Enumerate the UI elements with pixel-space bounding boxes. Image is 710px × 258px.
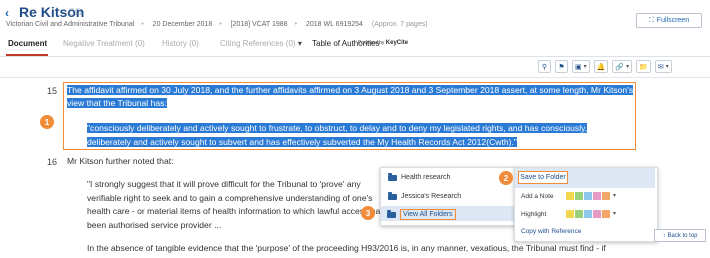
tab-bar: Document Negative Treatment (0) History … (0, 34, 710, 57)
note-color-blue[interactable] (584, 192, 592, 200)
tab-citing-references[interactable]: Citing References (0) ▾ (220, 39, 302, 48)
powered-by-keycite: Powered by KeyCite (358, 40, 409, 46)
highlight-color-green[interactable] (575, 210, 583, 218)
note-color-yellow[interactable] (566, 192, 574, 200)
note-color-pink[interactable] (593, 192, 601, 200)
highlight-color-pink[interactable] (593, 210, 601, 218)
fullscreen-icon: ⛶ (648, 16, 654, 24)
link-icon[interactable]: 🔗 ▾ (612, 60, 633, 73)
paragraph-16-quote: "I strongly suggest that it will prove d… (87, 179, 385, 230)
paragraph-15-text[interactable]: The affidavit affirmed on 30 July 2018, … (67, 84, 635, 110)
view-all-folders-item[interactable]: View All Folders (387, 209, 456, 220)
meta-wl: 2018 WL 6919254 (305, 21, 363, 28)
email-icon[interactable]: ✉ ▾ (654, 60, 672, 73)
meta-pages: (Approx. 7 pages) (371, 21, 428, 28)
highlight-color-swatches: ▾ (566, 210, 616, 218)
folder-item-health-research[interactable]: Health research (388, 172, 450, 181)
document-toolbar: ⚲ ⚑ ▣ ▾ 🔔 🔗 ▾ 📁 ✉ ▾ (538, 60, 672, 73)
active-tab-indicator (6, 54, 48, 56)
callout-badge-2: 2 (499, 171, 513, 185)
back-icon[interactable]: ‹ (5, 6, 9, 20)
paragraph-16-text: Mr Kitson further noted that: (67, 156, 174, 166)
folder-item-jessicas-research[interactable]: Jessica's Research (388, 191, 461, 200)
paragraph-continuation: In the absence of tangible evidence that… (87, 243, 606, 253)
folder-icon (387, 209, 396, 218)
folder-icon (388, 191, 397, 200)
highlight-color-orange[interactable] (602, 210, 610, 218)
meta-date: 20 December 2018 (152, 21, 213, 28)
note-color-swatches: ▾ (566, 192, 616, 200)
meta-citation: [2018] VCAT 1988 (230, 21, 288, 28)
search-icon[interactable]: ⚲ (538, 60, 551, 73)
callout-badge-3: 3 (361, 206, 375, 220)
note-color-orange[interactable] (602, 192, 610, 200)
meta-court: Victorian Civil and Administrative Tribu… (6, 21, 135, 28)
tab-document[interactable]: Document (8, 39, 47, 48)
arrow-up-icon: ↑ (662, 232, 666, 239)
paragraph-15-quote[interactable]: "consciously deliberately and actively s… (87, 121, 632, 149)
tab-history[interactable]: History (0) (162, 39, 199, 48)
highlight-label: Highlight (521, 211, 547, 218)
document-meta: Victorian Civil and Administrative Tribu… (6, 21, 428, 28)
copy-with-reference-item[interactable]: Copy with Reference (521, 228, 581, 235)
highlight-color-blue[interactable] (584, 210, 592, 218)
chevron-down-icon[interactable]: ▾ (613, 192, 616, 200)
signal-icon[interactable]: ✎⃝ (68, 7, 82, 17)
chevron-down-icon[interactable]: ▾ (613, 210, 616, 218)
highlight-color-yellow[interactable] (566, 210, 574, 218)
fullscreen-button[interactable]: ⛶ Fullscreen (636, 13, 702, 28)
paragraph-number: 16 (47, 157, 58, 167)
save-to-folder-button[interactable]: Save to Folder (518, 171, 568, 184)
note-color-green[interactable] (575, 192, 583, 200)
filter-icon[interactable]: ⚑ (555, 60, 568, 73)
add-note-label: Add a Note (521, 193, 554, 200)
back-to-top-button[interactable]: ↑ Back to top (654, 229, 706, 242)
note-icon[interactable]: ▣ ▾ (572, 60, 590, 73)
chevron-down-icon: ▾ (297, 39, 302, 48)
callout-badge-1: 1 (40, 115, 54, 129)
toolbar-divider (0, 77, 710, 78)
tab-negative-treatment[interactable]: Negative Treatment (0) (63, 39, 145, 48)
alert-icon[interactable]: 🔔 (593, 60, 609, 73)
folder-icon (388, 172, 397, 181)
paragraph-number: 15 (47, 86, 58, 96)
folder-icon[interactable]: 📁 (636, 60, 651, 73)
